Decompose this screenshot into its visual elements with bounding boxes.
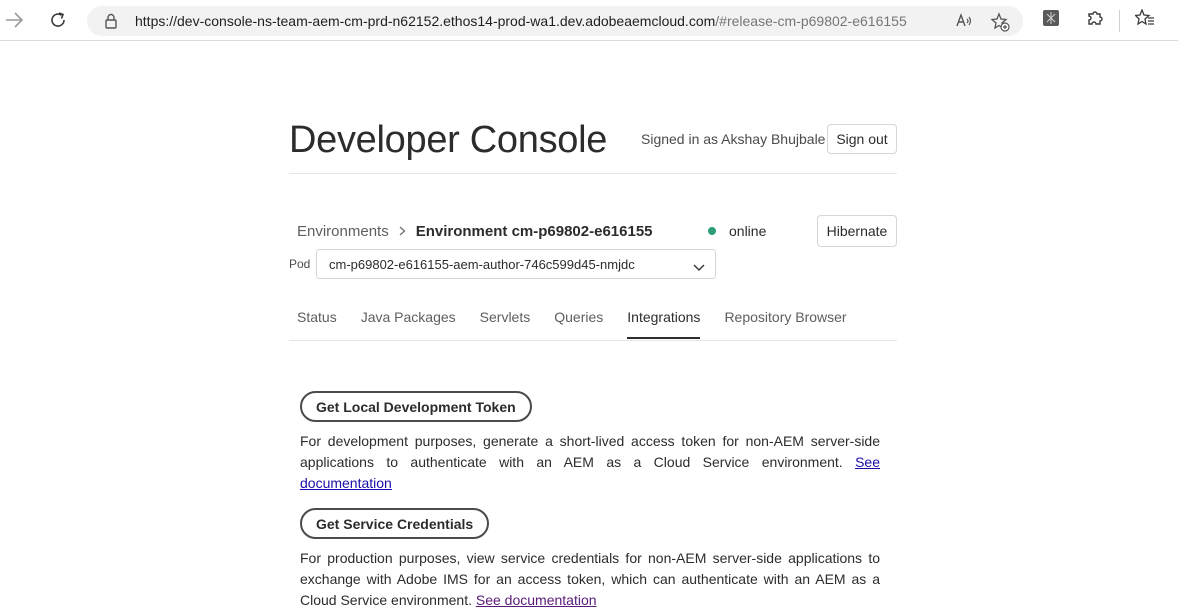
header-divider [289,173,897,174]
tab-java-packages[interactable]: Java Packages [361,309,456,339]
hibernate-button[interactable]: Hibernate [817,215,897,247]
breadcrumb-current-environment: Environment cm-p69802-e616155 [415,223,653,240]
add-favorite-icon[interactable] [990,12,1010,37]
refresh-icon[interactable] [44,6,72,34]
pod-select-value: cm-p69802-e616155-aem-author-746c599d45-… [329,257,635,272]
chevron-right-icon [399,223,406,240]
pod-label: Pod [289,257,311,271]
get-local-development-token-button[interactable]: Get Local Development Token [300,391,532,422]
credentials-documentation-link[interactable]: See documentation [476,592,597,608]
url-text[interactable]: https://dev-console-ns-team-aem-cm-prd-n… [135,13,907,29]
tab-status[interactable]: Status [297,309,337,339]
console-tabs: Status Java Packages Servlets Queries In… [297,309,871,339]
token-description: For development purposes, generate a sho… [300,431,880,494]
status-dot-icon [708,227,716,235]
extension-app-icon[interactable] [1042,9,1060,32]
breadcrumb-environments[interactable]: Environments [297,223,389,240]
token-description-text: For development purposes, generate a sho… [300,433,880,470]
sign-out-button[interactable]: Sign out [827,124,897,154]
tab-queries[interactable]: Queries [554,309,603,339]
address-bar[interactable]: https://dev-console-ns-team-aem-cm-prd-n… [87,6,1023,36]
lock-icon[interactable] [105,13,117,34]
tab-repository-browser[interactable]: Repository Browser [724,309,846,339]
credentials-description: For production purposes, view service cr… [300,548,880,611]
url-path: /#release-cm-p69802-e616155 [715,13,907,29]
page-title: Developer Console [289,119,608,161]
signed-in-text: Signed in as Akshay Bhujbale [641,131,826,147]
environment-status: online [729,223,767,239]
extension-puzzle-icon[interactable] [1086,9,1104,32]
tabs-divider [289,340,897,341]
pod-select[interactable]: cm-p69802-e616155-aem-author-746c599d45-… [316,249,716,279]
chevron-down-icon[interactable] [693,259,705,277]
tab-servlets[interactable]: Servlets [480,309,531,339]
favorites-icon[interactable] [1134,8,1155,32]
browser-toolbar: https://dev-console-ns-team-aem-cm-prd-n… [0,0,1178,41]
toolbar-divider [1119,10,1120,32]
get-service-credentials-button[interactable]: Get Service Credentials [300,508,490,539]
tab-integrations[interactable]: Integrations [627,309,701,339]
breadcrumb: Environments Environment cm-p69802-e6161… [297,223,653,240]
url-host: https://dev-console-ns-team-aem-cm-prd-n… [135,13,716,29]
read-aloud-icon[interactable] [955,12,973,35]
back-arrow-icon[interactable] [0,6,28,34]
